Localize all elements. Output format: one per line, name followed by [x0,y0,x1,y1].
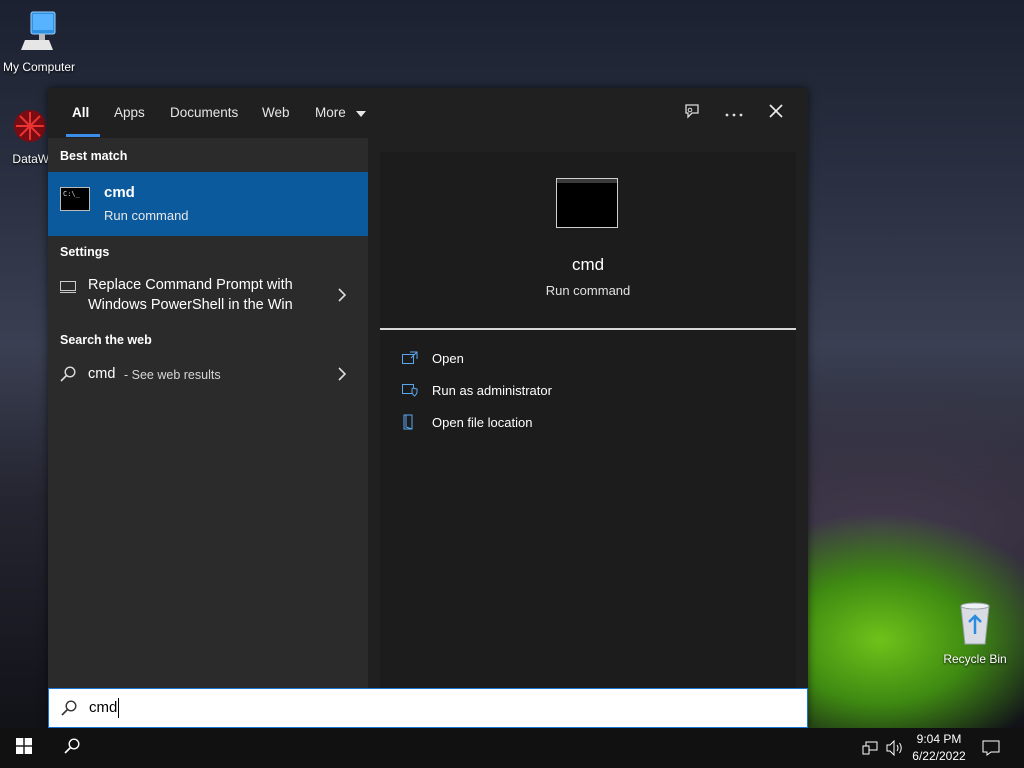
chevron-down-icon [355,88,366,138]
open-action[interactable]: Open [402,345,464,371]
windows-logo-icon [16,737,32,759]
settings-display-icon [60,280,76,298]
ellipsis-icon [725,104,743,122]
chevron-right-icon[interactable] [338,367,347,386]
settings-result-line2: Windows PowerShell in the Win [88,297,293,313]
network-button[interactable] [862,740,878,761]
preview-pane: cmd Run command Open Run as administrato… [368,138,808,688]
preview-title: cmd [571,255,605,274]
command-prompt-large-icon [556,178,618,228]
taskbar: 9:04 PM 6/22/2022 [0,728,1024,768]
feedback-button[interactable] [678,100,706,126]
tab-documents[interactable]: Documents [170,88,238,138]
run-as-admin-action[interactable]: Run as administrator [402,377,552,403]
settings-result-line1: Replace Command Prompt with [88,277,293,293]
tab-all[interactable]: All [72,88,89,138]
clock-time: 9:04 PM [916,732,962,746]
open-icon [402,351,420,365]
search-icon [61,700,77,721]
chevron-right-icon[interactable] [338,288,347,307]
best-match-title: cmd [104,184,135,201]
command-prompt-icon: C:\_ [60,187,90,211]
shield-icon [402,383,420,397]
speaker-icon [886,739,904,760]
search-web-heading: Search the web [60,333,152,347]
desktop-icon-recycle-bin[interactable]: Recycle Bin [935,600,1015,666]
desktop-icon-my-computer[interactable]: My Computer [0,10,79,74]
search-icon [60,366,76,387]
clock[interactable]: 9:04 PM 6/22/2022 [904,731,974,765]
taskbar-search-button[interactable] [48,728,96,768]
volume-button[interactable] [886,739,904,761]
notifications-button[interactable] [982,740,1000,761]
web-result-suffix: - See web results [124,368,221,382]
recycle-bin-icon [935,600,1015,649]
tab-more[interactable]: More [315,88,366,138]
search-panel: All Apps Documents Web More Best match C… [48,88,808,728]
close-button[interactable] [762,100,790,126]
computer-icon [0,10,79,57]
file-location-icon [402,414,420,430]
web-result-item[interactable]: cmd - See web results [48,354,368,394]
search-tabs: All Apps Documents Web More [48,88,808,138]
search-input[interactable]: cmd [89,699,117,716]
web-result-query: cmd [88,366,116,382]
results-list: Best match C:\_ cmd Run command Settings… [48,138,368,688]
close-icon [769,103,783,123]
settings-result-item[interactable]: Replace Command Prompt with Windows Powe… [48,264,368,316]
search-icon [64,737,80,759]
search-box[interactable]: cmd [48,688,808,728]
best-match-subtitle: Run command [104,208,189,223]
clock-date: 6/22/2022 [912,749,966,763]
best-match-item[interactable]: C:\_ cmd Run command [48,172,368,236]
start-button[interactable] [0,728,48,768]
active-tab-indicator [66,134,100,137]
preview-subtitle: Run command [545,283,631,298]
network-icon [862,741,878,760]
text-cursor [118,698,119,718]
open-file-location-action[interactable]: Open file location [402,409,532,435]
preview-card: cmd Run command Open Run as administrato… [380,152,796,688]
settings-heading: Settings [60,245,110,259]
more-options-button[interactable] [720,100,748,126]
tab-web[interactable]: Web [262,88,290,138]
preview-divider [380,328,796,330]
desktop-icon-label: My Computer [2,60,76,74]
tab-apps[interactable]: Apps [114,88,145,138]
feedback-icon [683,102,701,125]
best-match-heading: Best match [60,149,128,163]
notification-icon [982,740,1000,760]
desktop-icon-label: Recycle Bin [943,652,1007,666]
